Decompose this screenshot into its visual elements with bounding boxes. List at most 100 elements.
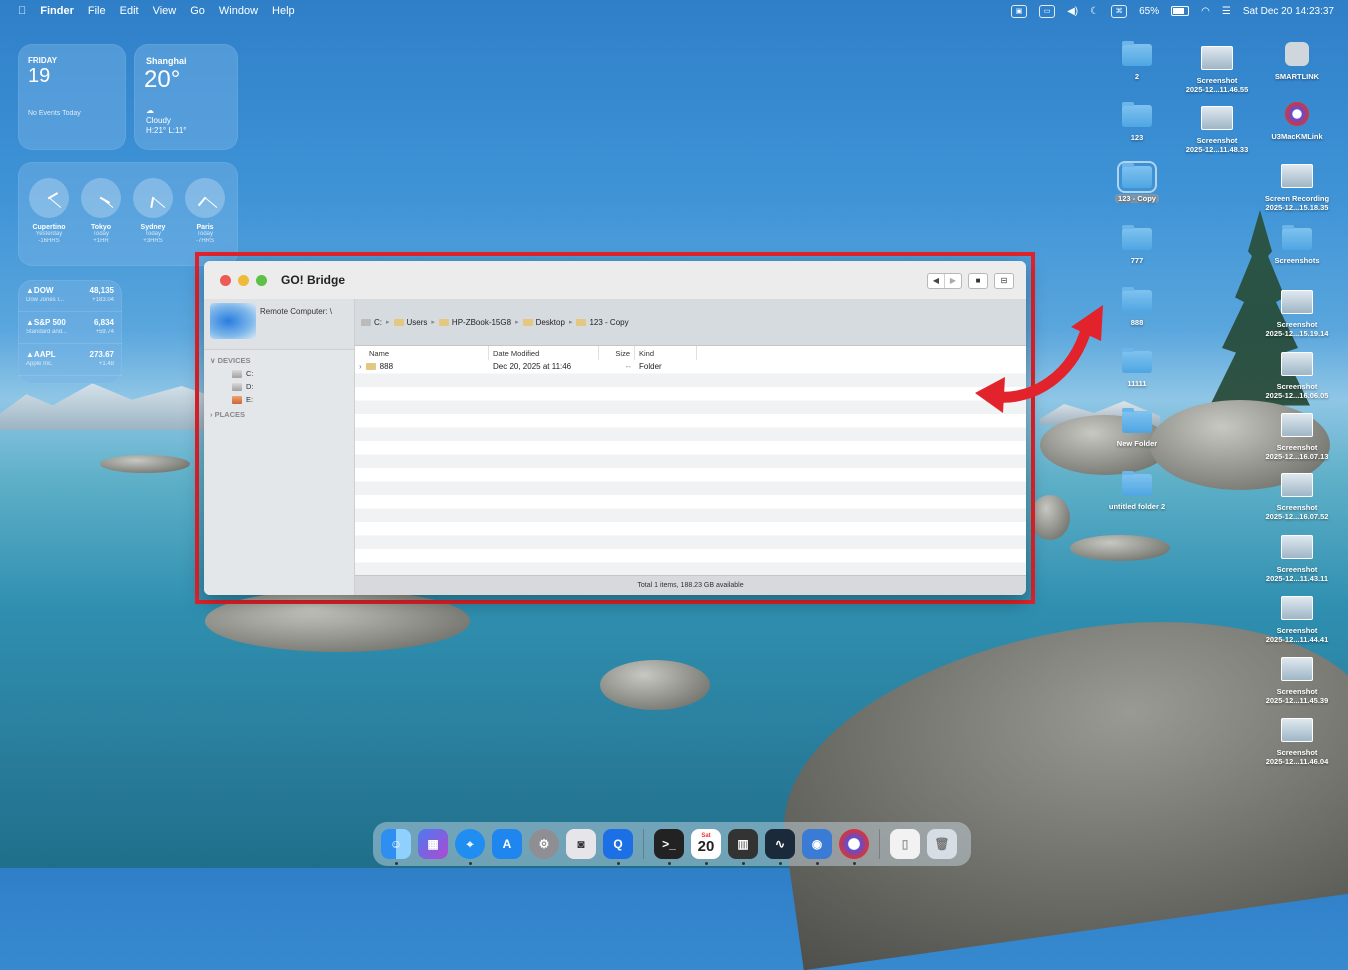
control-center-icon[interactable]: ☰ (1222, 6, 1231, 17)
desktop-screenshot-6[interactable]: Screenshot 2025-12...16.07.52 (1252, 473, 1342, 521)
calendar-widget[interactable]: FRIDAY 19 No Events Today (18, 44, 126, 150)
menu-edit[interactable]: Edit (120, 5, 139, 17)
menu-go[interactable]: Go (190, 5, 205, 17)
input-source-icon[interactable]: ⌘ (1111, 4, 1128, 18)
table-row[interactable]: › 888 Dec 20, 2025 at 11:46 -- Folder (355, 360, 1026, 374)
clock-offset: -7HRS (195, 238, 214, 244)
sidebar-toggle-button[interactable]: ⊟ (994, 273, 1014, 289)
menu-help[interactable]: Help (272, 5, 295, 17)
smartlink-app-icon (1285, 42, 1309, 66)
nav-buttons: ◀ ▶ (927, 273, 962, 289)
piano-dock-icon[interactable]: ▥ (728, 829, 758, 865)
remote-computer-label: Remote Computer: \ (260, 307, 333, 316)
desktop-screenshot-3[interactable]: Screenshot 2025-12...15.19.14 (1252, 290, 1342, 338)
app-store-dock-icon[interactable]: A (492, 829, 522, 859)
battery-icon[interactable] (1171, 6, 1190, 16)
clock-city: Tokyo (90, 224, 112, 231)
calendar-dock-icon[interactable]: Sat 20 (691, 829, 721, 865)
clock-day: Today (92, 231, 109, 237)
desktop-folder-123-copy[interactable]: 123 - Copy (1092, 161, 1182, 203)
menu-app-finder[interactable]: Finder (40, 5, 74, 17)
desktop-screenshot-1[interactable]: Screenshot 2025-12...11.46.55 (1172, 46, 1262, 94)
finder-dock-icon[interactable]: ☺ (381, 829, 411, 865)
desktop-screenshot-4[interactable]: Screenshot 2025-12...16.06.05 (1252, 352, 1342, 400)
menubar-clock[interactable]: Sat Dec 20 14:23:37 (1243, 6, 1334, 17)
drive-label: C: (246, 369, 254, 378)
desktop-screenshot-7[interactable]: Screenshot 2025-12...11.43.11 (1252, 535, 1342, 583)
menu-view[interactable]: View (153, 5, 177, 17)
system-settings-dock-icon[interactable]: ⚙ (529, 829, 559, 859)
sidebar-drive-d[interactable]: D: (232, 382, 354, 391)
column-header-date-modified[interactable]: Date Modified (489, 346, 599, 360)
screenshot-dock-icon[interactable]: ◙ (566, 829, 596, 859)
breadcrumb-users[interactable]: Users (393, 318, 427, 327)
weather-widget[interactable]: Shanghai 20° ☁ Cloudy H:21° L:11° (134, 44, 238, 150)
desktop-u3mackmlink[interactable]: U3MacKMLink (1252, 102, 1342, 141)
back-icon[interactable]: ◀ (928, 274, 944, 288)
launchpad-dock-icon[interactable]: ▦ (418, 829, 448, 859)
disclosure-chevron-icon[interactable]: › (359, 362, 362, 371)
stocks-widget[interactable]: ▲DOW 48,135 Dow Jones I... +183.04 ▲S&P 50… (18, 280, 122, 384)
u3mackmlink-dock-icon[interactable]: ✛ (839, 829, 869, 865)
new-folder-button[interactable]: ■ (968, 273, 988, 289)
wifi-icon[interactable]: ◠ (1201, 6, 1210, 17)
dock-separator (643, 829, 644, 859)
screenshot-thumbnail-icon (1281, 535, 1313, 559)
desktop-smartlink[interactable]: SMARTLINK (1252, 42, 1342, 81)
desktop-screenshot-2[interactable]: Screenshot 2025-12...11.48.33 (1172, 106, 1262, 154)
file-kind: Folder (639, 362, 662, 372)
moon-icon[interactable]: ☾ (1090, 6, 1099, 17)
column-header-kind[interactable]: Kind (635, 346, 697, 360)
breadcrumb-desktop[interactable]: Desktop (522, 318, 565, 327)
apple-menu-icon[interactable]:  (18, 5, 26, 17)
forward-icon[interactable]: ▶ (944, 274, 961, 288)
clock-cupertino: Cupertino Yesterday -16HRS (26, 178, 72, 245)
desktop-screenshot-5[interactable]: Screenshot 2025-12...16.07.13 (1252, 413, 1342, 461)
document-dock-icon[interactable]: ▯ (890, 829, 920, 859)
world-clock-widget[interactable]: Cupertino Yesterday -16HRS Tokyo Today +… (18, 162, 238, 266)
display-icon[interactable]: ▭ (1039, 4, 1056, 18)
folder-icon (576, 318, 587, 326)
column-header-size[interactable]: Size (599, 346, 635, 360)
safari-dock-icon[interactable]: ⌖ (455, 829, 485, 865)
terminal-dock-icon[interactable]: >_ (654, 829, 684, 865)
window-titlebar[interactable]: GO! Bridge ◀ ▶ ■ ⊟ (204, 261, 1026, 300)
close-button[interactable] (220, 274, 231, 286)
desktop-screenshot-10[interactable]: Screenshot 2025-12...11.46.04 (1252, 718, 1342, 766)
disk-utility-dock-icon[interactable]: ◉ (802, 829, 832, 865)
volume-icon[interactable]: ◀) (1067, 6, 1078, 17)
desktop-folder-777[interactable]: 777 (1092, 225, 1182, 265)
breadcrumb-c[interactable]: C: (361, 318, 382, 327)
battery-percent[interactable]: 65% (1139, 6, 1159, 17)
sidebar-drive-e[interactable]: E: (232, 395, 354, 404)
folder-icon (1122, 41, 1152, 66)
zoom-button[interactable] (256, 274, 267, 286)
breadcrumb-123-copy[interactable]: 123 - Copy (576, 318, 629, 327)
devices-section-header[interactable]: ∨ DEVICES (210, 356, 354, 365)
desktop-folder-2[interactable]: 2 (1092, 41, 1182, 81)
column-header-name[interactable]: Name (355, 346, 489, 360)
desktop-screenshot-9[interactable]: Screenshot 2025-12...11.45.39 (1252, 657, 1342, 705)
places-label: PLACES (214, 410, 246, 419)
desktop-folder-new-folder[interactable]: New Folder (1092, 408, 1182, 448)
quicktime-dock-icon[interactable]: Q (603, 829, 633, 865)
desktop-screen-recording[interactable]: Screen Recording 2025-12...15.18.35 (1252, 164, 1342, 212)
desktop-screenshot-8[interactable]: Screenshot 2025-12...11.44.41 (1252, 596, 1342, 644)
breadcrumb-hp-zbook[interactable]: HP-ZBook-15G8 (438, 318, 511, 327)
activity-monitor-dock-icon[interactable]: ∿ (765, 829, 795, 865)
stock-row-aapl: ▲AAPL 273.67 Apple Inc. +1.48 (18, 344, 122, 376)
desktop-folder-123[interactable]: 123 (1092, 102, 1182, 142)
desktop-screenshots-folder[interactable]: Screenshots (1252, 225, 1342, 265)
desktop-folder-untitled-folder-2[interactable]: untitled folder 2 (1092, 471, 1182, 511)
trash-icon[interactable]: 🗑 (927, 829, 957, 859)
sidebar-drive-c[interactable]: C: (232, 369, 354, 378)
places-section-header[interactable]: › PLACES (210, 410, 354, 419)
remote-computer-item[interactable]: Remote Computer: \ (204, 299, 354, 350)
screenshot-thumbnail-icon (1201, 46, 1233, 70)
menu-file[interactable]: File (88, 5, 106, 17)
folder-icon (1122, 471, 1152, 496)
screenshot-thumbnail-icon (1281, 352, 1313, 376)
menu-window[interactable]: Window (219, 5, 258, 17)
screen-share-icon[interactable]: ▣ (1011, 4, 1028, 18)
minimize-button[interactable] (238, 274, 249, 286)
